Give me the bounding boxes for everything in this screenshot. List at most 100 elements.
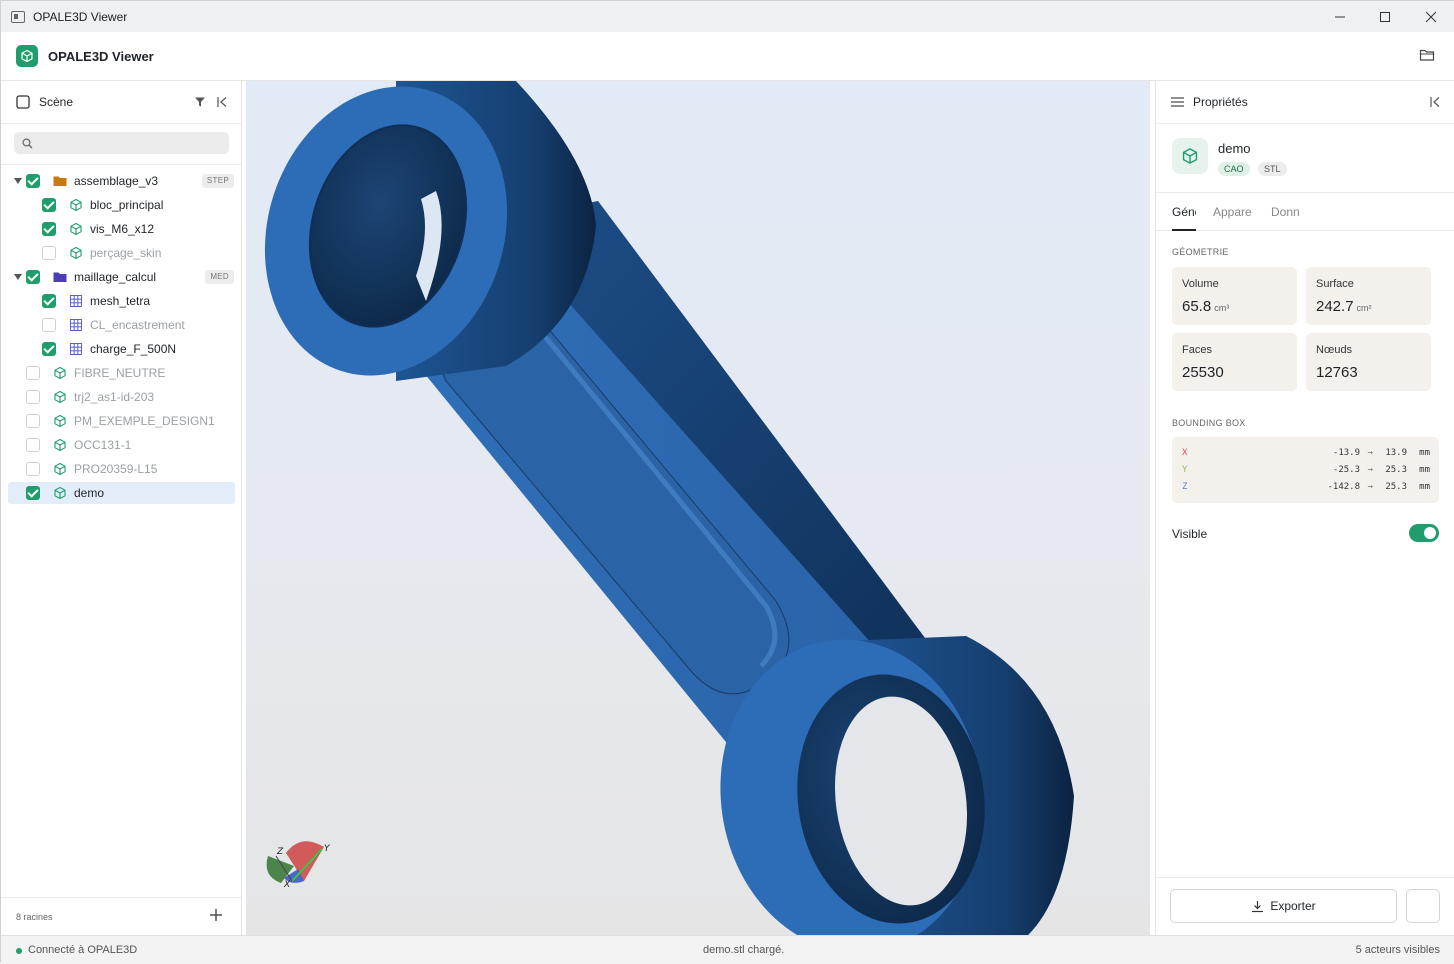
folder-open-icon bbox=[1419, 49, 1435, 61]
metric-label: Volume bbox=[1182, 278, 1219, 290]
root-count: 8 racines bbox=[16, 911, 53, 922]
bbox-max: 25.3 bbox=[1385, 482, 1407, 492]
expand-caret-icon[interactable] bbox=[14, 178, 22, 184]
maximize-icon bbox=[1380, 11, 1390, 22]
orientation-axes-gizmo[interactable]: Y Z X bbox=[266, 841, 331, 890]
metric-label: Nœuds bbox=[1316, 344, 1353, 356]
minimize-button[interactable] bbox=[1317, 1, 1363, 32]
cube-icon bbox=[53, 486, 67, 500]
tree-item-occ131-1[interactable]: OCC131-1 bbox=[1, 434, 241, 456]
visibility-checkbox[interactable] bbox=[26, 366, 40, 380]
close-button[interactable] bbox=[1408, 1, 1454, 32]
properties-tabs: Géné Appare Donn bbox=[1156, 194, 1454, 231]
metric-label: Faces bbox=[1182, 344, 1212, 356]
export-button[interactable]: Exporter bbox=[1170, 889, 1397, 923]
metric-card-volume: Volume 65.8 cm³ bbox=[1172, 267, 1297, 325]
object-header: demo CAO STL bbox=[1156, 124, 1454, 193]
tree-item-label: maillage_calcul bbox=[74, 270, 157, 284]
visibility-checkbox[interactable] bbox=[42, 246, 56, 260]
visibility-checkbox[interactable] bbox=[26, 390, 40, 404]
visibility-checkbox[interactable] bbox=[26, 414, 40, 428]
properties-footer: Exporter bbox=[1156, 877, 1454, 935]
scene-panel-title: Scène bbox=[39, 95, 74, 109]
status-message: demo.stl chargé. bbox=[703, 944, 785, 956]
cube-icon bbox=[69, 198, 83, 212]
tag-stl: STL bbox=[1258, 162, 1287, 176]
tag-cao: CAO bbox=[1218, 162, 1250, 176]
tree-item-assemblage-v3[interactable]: assemblage_v3 STEP bbox=[1, 170, 241, 192]
active-tab-indicator bbox=[1172, 229, 1196, 231]
properties-panel-title: Propriétés bbox=[1193, 95, 1248, 109]
window-titlebar: OPALE3D Viewer bbox=[1, 1, 1454, 32]
scene-search bbox=[14, 132, 229, 154]
visible-toggle[interactable] bbox=[1409, 524, 1439, 542]
download-icon bbox=[1252, 900, 1264, 912]
visibility-checkbox[interactable] bbox=[42, 342, 56, 356]
tree-item-fibre-neutre[interactable]: FIBRE_NEUTRE bbox=[1, 362, 241, 384]
collapse-left-icon[interactable] bbox=[216, 96, 228, 108]
scene-checkbox-icon[interactable] bbox=[16, 95, 30, 109]
cube-icon bbox=[53, 390, 67, 404]
search-icon bbox=[22, 137, 33, 148]
collapse-right-icon[interactable] bbox=[1429, 96, 1441, 108]
tab-appearance[interactable]: Appare bbox=[1213, 205, 1252, 219]
tree-item-maillage-calcul[interactable]: maillage_calcul MED bbox=[1, 266, 241, 288]
tree-item-charge-f-500n[interactable]: charge_F_500N bbox=[1, 338, 241, 360]
scene-panel-footer: 8 racines bbox=[1, 897, 241, 935]
visibility-checkbox[interactable] bbox=[42, 294, 56, 308]
visibility-checkbox[interactable] bbox=[26, 462, 40, 476]
cube-logo-icon bbox=[21, 49, 33, 63]
window-title: OPALE3D Viewer bbox=[33, 9, 128, 24]
maximize-button[interactable] bbox=[1362, 1, 1408, 32]
axis-y-label: Y bbox=[324, 844, 331, 854]
visibility-checkbox[interactable] bbox=[42, 318, 56, 332]
tree-item-trj2-as1-id-203[interactable]: trj2_as1-id-203 bbox=[1, 386, 241, 408]
menu-icon[interactable] bbox=[1171, 96, 1184, 108]
bbox-row-z: Z -142.8 → 25.3 mm bbox=[1182, 480, 1430, 494]
bbox-unit: mm bbox=[1419, 465, 1430, 475]
scene-panel-header: Scène bbox=[1, 81, 241, 124]
visibility-checkbox[interactable] bbox=[26, 174, 40, 188]
cube-icon bbox=[69, 222, 83, 236]
app-header: OPALE3D Viewer bbox=[1, 32, 1454, 81]
tree-item-label: mesh_tetra bbox=[90, 294, 151, 308]
scene-search-input[interactable] bbox=[33, 133, 229, 153]
bbox-arrow: → bbox=[1367, 448, 1373, 458]
bbox-row-y: Y -25.3 → 25.3 mm bbox=[1182, 463, 1430, 477]
open-folder-button[interactable] bbox=[1419, 48, 1435, 64]
properties-panel: Propriétés demo CAO STL Géné Appare Donn… bbox=[1155, 81, 1454, 935]
app-logo bbox=[16, 45, 38, 67]
tree-item-label: charge_F_500N bbox=[90, 342, 177, 356]
visibility-checkbox[interactable] bbox=[42, 198, 56, 212]
tree-item-vis-m6-x12[interactable]: vis_M6_x12 bbox=[1, 218, 241, 240]
bbox-arrow: → bbox=[1367, 465, 1373, 475]
visibility-checkbox[interactable] bbox=[26, 270, 40, 284]
axis-x-label: X bbox=[283, 880, 291, 890]
properties-panel-header: Propriétés bbox=[1156, 81, 1454, 124]
tree-item-cl-encastrement[interactable]: CL_encastrement bbox=[1, 314, 241, 336]
tree-item-demo[interactable]: demo bbox=[8, 482, 235, 504]
tree-item-per-age-skin[interactable]: perçage_skin bbox=[1, 242, 241, 264]
metric-card-surface: Surface 242.7 cm² bbox=[1306, 267, 1431, 325]
tab-data[interactable]: Donn bbox=[1271, 205, 1300, 219]
tree-item-label: assemblage_v3 bbox=[74, 174, 159, 188]
filter-icon[interactable] bbox=[194, 96, 206, 108]
visibility-checkbox[interactable] bbox=[26, 438, 40, 452]
connecting-rod-model[interactable]: Y Z X bbox=[246, 81, 1150, 935]
visibility-checkbox[interactable] bbox=[26, 486, 40, 500]
tab-general[interactable]: Géné bbox=[1172, 205, 1196, 219]
more-actions-button[interactable] bbox=[1406, 889, 1440, 923]
bbox-axis: X bbox=[1182, 448, 1188, 458]
tree-item-mesh-tetra[interactable]: mesh_tetra bbox=[1, 290, 241, 312]
tree-item-pm-exemple-design1[interactable]: PM_EXEMPLE_DESIGN1 bbox=[1, 410, 241, 432]
tree-item-bloc-principal[interactable]: bloc_principal bbox=[1, 194, 241, 216]
expand-caret-icon[interactable] bbox=[14, 274, 22, 280]
bounding-box-table: X -13.9 → 13.9 mm Y -25.3 → 25.3 mm Z -142.8 → 25.3 mm bbox=[1172, 437, 1439, 503]
format-badge: MED bbox=[205, 270, 234, 284]
add-root-button[interactable] bbox=[209, 907, 223, 925]
app-window: OPALE3D Viewer OPALE3D Viewer Scène asse… bbox=[0, 0, 1454, 964]
metric-card-faces: Faces 25530 bbox=[1172, 333, 1297, 391]
visibility-checkbox[interactable] bbox=[42, 222, 56, 236]
3d-viewport[interactable]: Y Z X bbox=[246, 81, 1150, 935]
tree-item-pro20359-l15[interactable]: PRO20359-L15 bbox=[1, 458, 241, 480]
